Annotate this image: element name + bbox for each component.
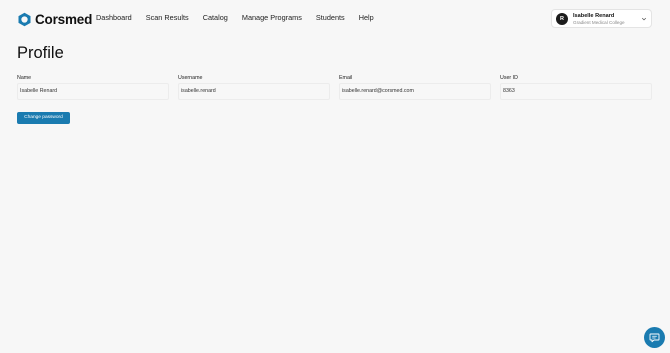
email-field: Email isabelle.renard@corsmed.com <box>339 75 491 100</box>
nav-dashboard[interactable]: Dashboard <box>96 13 132 22</box>
corsmed-logo-icon <box>18 12 31 26</box>
username-label: Username <box>178 75 203 81</box>
change-password-button[interactable]: Change password <box>17 112 70 124</box>
chevron-down-icon <box>641 16 647 22</box>
user-menu[interactable]: R Isabelle Renard Gradient Medical Colle… <box>551 9 652 28</box>
nav-scan-results[interactable]: Scan Results <box>146 13 189 22</box>
nav-manage-programs[interactable]: Manage Programs <box>242 13 302 22</box>
user-organization: Gradient Medical College <box>573 20 625 25</box>
name-input[interactable]: Isabelle Renard <box>17 83 169 100</box>
username-field: Username isabelle.renard <box>178 75 330 100</box>
nav-help[interactable]: Help <box>359 13 374 22</box>
nav-students[interactable]: Students <box>316 13 345 22</box>
top-navbar: Corsmed Dashboard Scan Results Catalog M… <box>0 0 670 37</box>
corsmed-logo[interactable]: Corsmed <box>17 11 92 27</box>
user-id-input[interactable]: 8363 <box>500 83 652 100</box>
name-field: Name Isabelle Renard <box>17 75 169 100</box>
user-id-label: User ID <box>500 75 518 81</box>
chat-icon <box>649 333 660 343</box>
main-nav: Dashboard Scan Results Catalog Manage Pr… <box>96 13 374 22</box>
user-name: Isabelle Renard <box>573 13 615 19</box>
page-title: Profile <box>17 44 64 62</box>
email-label: Email <box>339 75 353 81</box>
nav-catalog[interactable]: Catalog <box>203 13 228 22</box>
brand-name: Corsmed <box>35 11 93 27</box>
chat-button[interactable] <box>644 327 665 348</box>
avatar: R <box>556 13 568 25</box>
user-id-field: User ID 8363 <box>500 75 652 100</box>
name-label: Name <box>17 75 32 81</box>
email-input[interactable]: isabelle.renard@corsmed.com <box>339 83 491 100</box>
username-input[interactable]: isabelle.renard <box>178 83 330 100</box>
